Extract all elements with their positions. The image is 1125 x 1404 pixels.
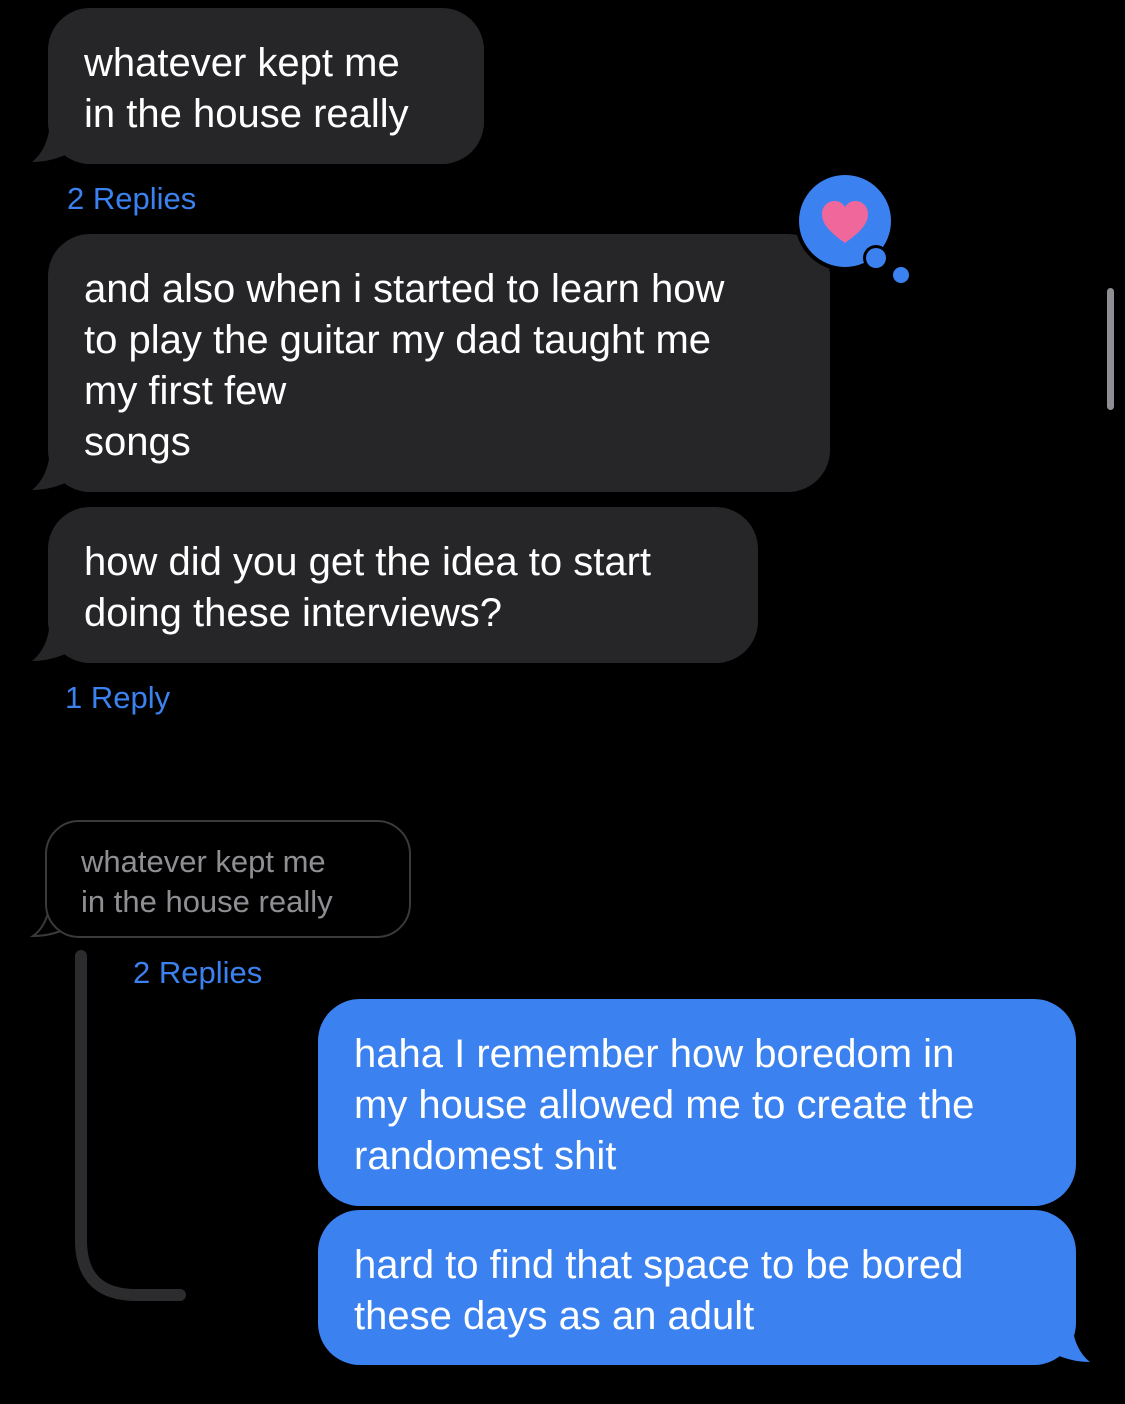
message-bubble[interactable]: and also when i started to learn how to … xyxy=(48,234,830,492)
message-text: hard to find that space to be bored thes… xyxy=(354,1243,964,1338)
message-bubble-sent[interactable]: hard to find that space to be bored thes… xyxy=(318,1210,1076,1365)
message-bubble[interactable]: whatever kept me in the house really xyxy=(48,8,484,164)
replies-link[interactable]: 2 Replies xyxy=(67,181,196,217)
quoted-message[interactable]: whatever kept me in the house really xyxy=(45,820,411,938)
message-text: how did you get the idea to start doing … xyxy=(84,540,652,635)
message-text: and also when i started to learn how to … xyxy=(84,267,725,464)
message-text: haha I remember how boredom in my house … xyxy=(354,1032,975,1178)
message-bubble[interactable]: how did you get the idea to start doing … xyxy=(48,507,758,663)
scrollbar[interactable] xyxy=(1107,288,1114,410)
reply-link[interactable]: 1 Reply xyxy=(65,680,170,716)
message-bubble-sent[interactable]: haha I remember how boredom in my house … xyxy=(318,999,1076,1206)
replies-link[interactable]: 2 Replies xyxy=(133,955,262,991)
thread-connector xyxy=(75,950,186,1301)
message-text: whatever kept me in the house really xyxy=(84,41,409,136)
heart-tapback[interactable] xyxy=(790,168,914,286)
quoted-text: whatever kept me in the house really xyxy=(81,844,333,919)
